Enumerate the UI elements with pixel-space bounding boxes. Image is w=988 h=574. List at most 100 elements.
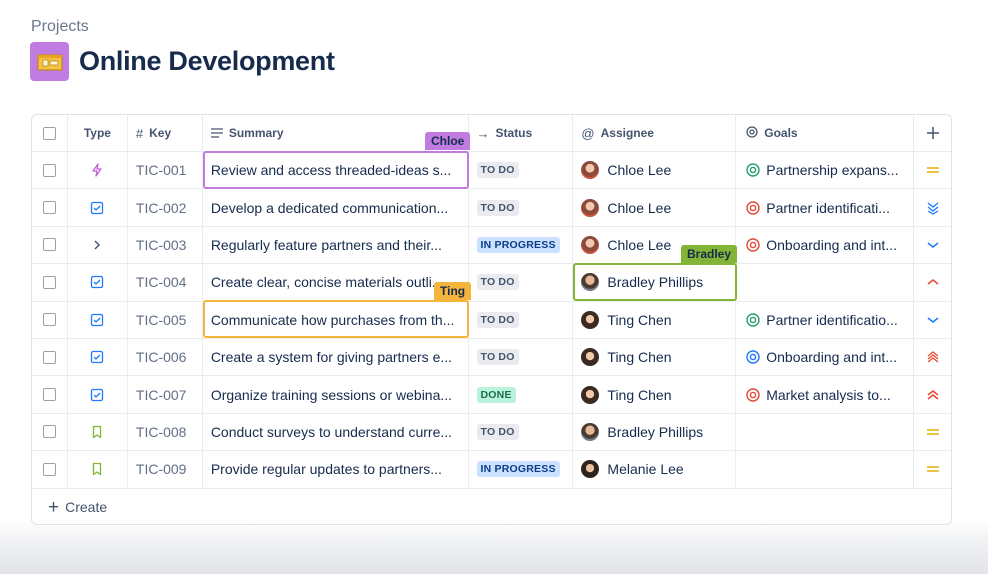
summary-cell[interactable]: Regularly feature partners and their... xyxy=(203,226,469,264)
table-row[interactable]: TIC-009 Provide regular updates to partne… xyxy=(32,451,951,489)
status-cell[interactable]: TO DO xyxy=(469,264,574,301)
row-checkbox[interactable] xyxy=(42,388,56,402)
status-cell[interactable]: TO DO xyxy=(469,152,574,189)
issue-key-cell[interactable]: TIC-008 xyxy=(128,413,203,451)
assignee-cell[interactable]: Chloe Lee xyxy=(573,152,737,189)
column-header-status[interactable]: → Status xyxy=(469,115,574,151)
goals-cell[interactable]: Partner identificati... xyxy=(736,189,915,226)
story-icon xyxy=(90,462,104,476)
issue-type-cell[interactable] xyxy=(68,189,128,226)
issue-type-cell[interactable] xyxy=(68,338,128,376)
table-row[interactable]: TIC-005 Communicate how purchases from th… xyxy=(32,301,951,339)
column-header-assignee[interactable]: @ Assignee xyxy=(573,115,737,151)
priority-cell[interactable] xyxy=(914,339,951,375)
status-cell[interactable]: IN PROGRESS xyxy=(469,226,574,264)
issue-type-cell[interactable] xyxy=(68,301,128,338)
assignee-cell[interactable]: Bradley Phillips xyxy=(573,264,737,301)
priority-cell[interactable] xyxy=(914,264,951,300)
issue-key: TIC-003 xyxy=(135,236,187,253)
summary-cell[interactable]: Create a system for giving partners e... xyxy=(203,338,469,376)
assignee-cell[interactable]: Melanie Lee xyxy=(573,451,737,488)
issue-key-cell[interactable]: TIC-005 xyxy=(128,301,203,338)
select-all-checkbox[interactable] xyxy=(42,126,56,140)
row-checkbox[interactable] xyxy=(42,275,56,289)
row-checkbox[interactable] xyxy=(42,425,56,439)
add-column-button[interactable] xyxy=(914,115,951,151)
row-checkbox[interactable] xyxy=(42,201,56,215)
status-cell[interactable]: IN PROGRESS xyxy=(469,451,574,488)
status-cell[interactable]: DONE xyxy=(469,376,574,413)
table-row[interactable]: TIC-007 Organize training sessions or web… xyxy=(32,376,951,414)
priority-cell[interactable] xyxy=(914,227,951,263)
row-checkbox[interactable] xyxy=(42,462,56,476)
issue-type-cell[interactable] xyxy=(68,376,128,413)
column-header-key[interactable]: # Key xyxy=(128,115,203,151)
issue-key: TIC-005 xyxy=(135,311,187,328)
goals-cell[interactable]: Onboarding and int... xyxy=(736,338,915,376)
status-cell[interactable]: TO DO xyxy=(469,338,574,376)
table-row[interactable]: TIC-006 Create a system for giving partne… xyxy=(32,338,951,377)
chevron-right-icon xyxy=(91,239,103,251)
issue-type-cell[interactable] xyxy=(68,152,128,189)
row-checkbox[interactable] xyxy=(42,313,56,327)
priority-cell[interactable] xyxy=(914,152,951,188)
goals-cell[interactable] xyxy=(736,451,915,488)
table-row[interactable]: TIC-004 Create clear, concise materials o… xyxy=(32,264,951,302)
priority-cell[interactable] xyxy=(914,451,951,487)
priority-cell[interactable] xyxy=(914,302,951,338)
priority-cell[interactable] xyxy=(914,414,951,450)
summary-cell[interactable]: Conduct surveys to understand curre... xyxy=(203,413,469,451)
row-select-cell xyxy=(32,226,68,264)
issue-type-cell[interactable] xyxy=(68,264,128,301)
summary-cell[interactable]: Provide regular updates to partners... xyxy=(203,451,469,488)
issue-key-cell[interactable]: TIC-003 xyxy=(128,226,203,264)
avatar xyxy=(581,161,600,180)
goals-cell[interactable] xyxy=(736,413,915,451)
breadcrumb[interactable]: Projects xyxy=(31,18,89,36)
issue-type-cell[interactable] xyxy=(68,413,128,451)
issue-key-cell[interactable]: TIC-007 xyxy=(128,376,203,413)
priority-cell[interactable] xyxy=(914,189,951,225)
row-checkbox[interactable] xyxy=(42,238,56,252)
issue-key-cell[interactable]: TIC-009 xyxy=(128,451,203,488)
row-checkbox[interactable] xyxy=(42,163,56,177)
assignee-cell[interactable]: Bradley Phillips xyxy=(573,413,737,451)
row-checkbox[interactable] xyxy=(42,350,56,364)
assignee-cell[interactable]: Ting Chen xyxy=(573,301,737,338)
issue-key-cell[interactable]: TIC-004 xyxy=(128,264,203,301)
issue-key-cell[interactable]: TIC-006 xyxy=(128,338,203,376)
summary-cell[interactable]: Communicate how purchases from th... xyxy=(203,301,469,338)
goals-cell[interactable] xyxy=(736,264,915,301)
table-row[interactable]: TIC-001 Review and access threaded-ideas … xyxy=(32,152,951,190)
goals-cell[interactable]: Market analysis to... xyxy=(736,376,915,413)
issue-key: TIC-002 xyxy=(135,199,187,216)
summary-cell[interactable]: Create clear, concise materials outli... xyxy=(203,264,469,301)
goals-cell[interactable]: Partner identificatio... xyxy=(736,301,915,338)
avatar xyxy=(581,198,600,217)
row-select-cell xyxy=(32,152,68,189)
status-cell[interactable]: TO DO xyxy=(469,413,574,451)
status-cell[interactable]: TO DO xyxy=(469,301,574,338)
task-icon xyxy=(90,350,104,364)
status-cell[interactable]: TO DO xyxy=(469,189,574,226)
goals-cell[interactable]: Partnership expans... xyxy=(736,152,915,189)
summary-cell[interactable]: Review and access threaded-ideas s... xyxy=(203,152,469,189)
create-button[interactable]: + Create xyxy=(32,489,951,526)
summary-cell[interactable]: Develop a dedicated communication... xyxy=(203,189,469,226)
issue-type-cell[interactable] xyxy=(68,226,128,264)
table-header-row: Type # Key Summary → Status @ Assignee G… xyxy=(32,115,951,152)
goals-cell[interactable]: Onboarding and int... xyxy=(736,226,915,264)
issue-key-cell[interactable]: TIC-002 xyxy=(128,189,203,226)
assignee-cell[interactable]: Ting Chen xyxy=(573,376,737,413)
column-header-type[interactable]: Type xyxy=(68,115,128,151)
issue-type-cell[interactable] xyxy=(68,451,128,488)
column-header-goals[interactable]: Goals xyxy=(736,115,915,151)
issue-key-cell[interactable]: TIC-001 xyxy=(128,152,203,189)
table-row[interactable]: TIC-002 Develop a dedicated communication… xyxy=(32,189,951,227)
summary-cell[interactable]: Organize training sessions or webina... xyxy=(203,376,469,413)
table-row[interactable]: TIC-008 Conduct surveys to understand cur… xyxy=(32,413,951,452)
table-row[interactable]: TIC-003 Regularly feature partners and th… xyxy=(32,226,951,265)
priority-cell[interactable] xyxy=(914,376,951,412)
assignee-cell[interactable]: Chloe Lee xyxy=(573,189,737,226)
assignee-cell[interactable]: Ting Chen xyxy=(573,338,737,376)
